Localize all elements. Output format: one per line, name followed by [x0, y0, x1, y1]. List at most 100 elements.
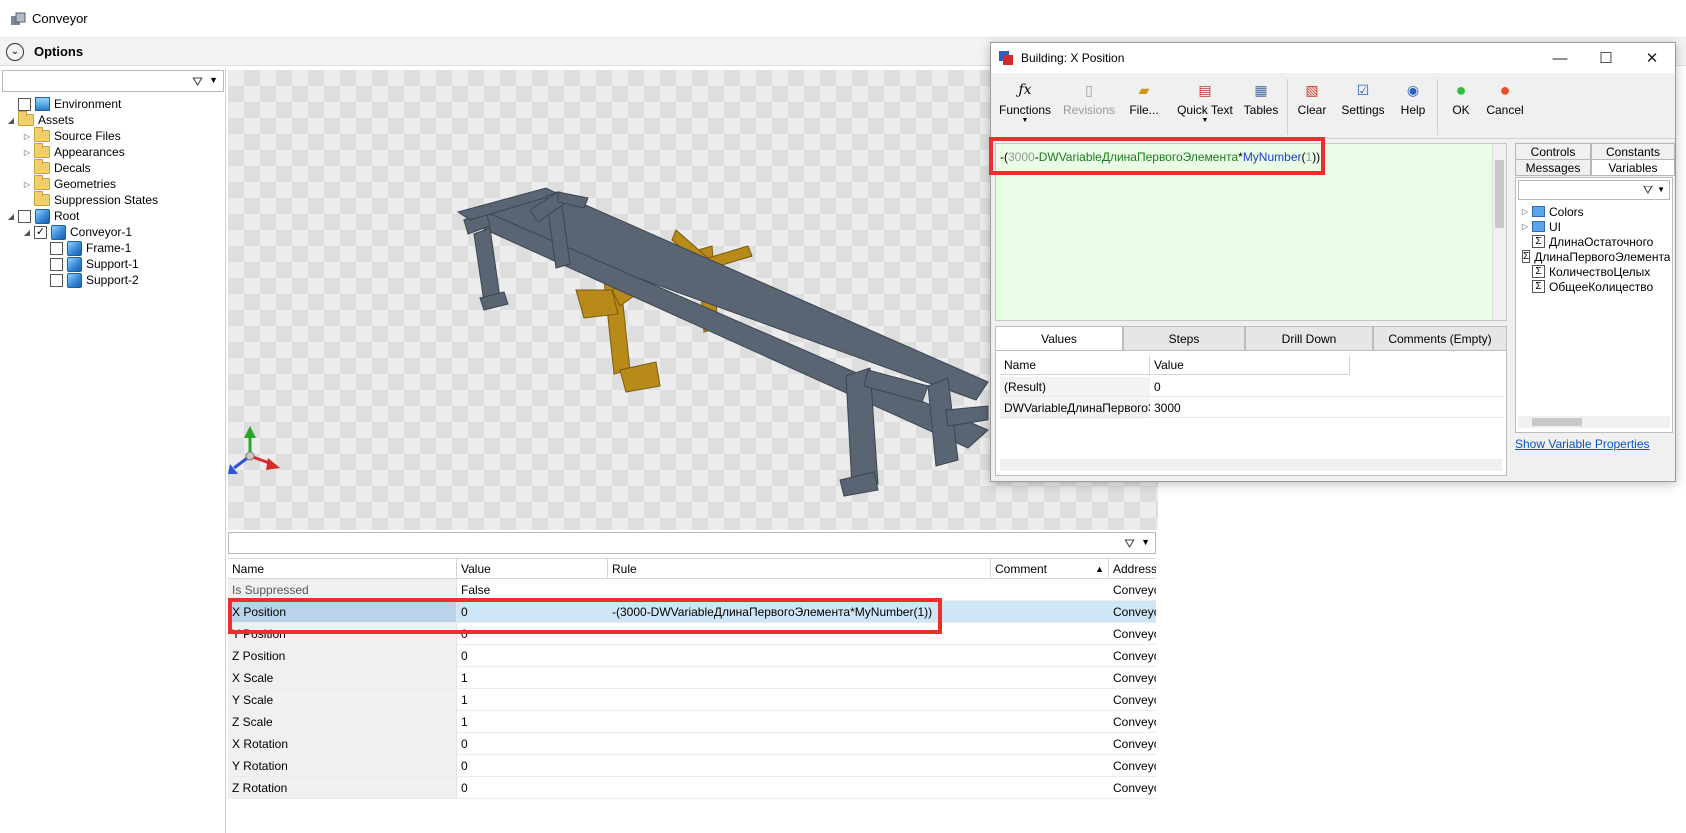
ok-button[interactable]: ● OK [1443, 80, 1479, 135]
tree-item-decals[interactable]: Decals [22, 159, 91, 176]
checkbox[interactable] [50, 257, 63, 271]
show-variable-properties-link[interactable]: Show Variable Properties [1515, 437, 1650, 451]
tab-controls[interactable]: Controls [1515, 143, 1591, 160]
list-item[interactable]: Σ ДлинаПервогоЭлемента [1520, 249, 1670, 264]
chevron-down-icon[interactable]: ▼ [1141, 537, 1150, 547]
sigma-icon: Σ [1522, 250, 1531, 263]
tab-constants[interactable]: Constants [1591, 143, 1675, 160]
table-row[interactable]: Z Rotation 0 Conveyor [228, 777, 1156, 799]
expand-icon[interactable]: ◢ [22, 228, 32, 237]
tree-item-assets[interactable]: ◢ Assets [6, 111, 74, 128]
checkbox[interactable] [18, 97, 31, 111]
tree-item-frame-1[interactable]: Frame-1 [50, 240, 131, 256]
expand-icon[interactable]: ▷ [22, 132, 32, 141]
expand-icon[interactable]: ▷ [22, 148, 32, 157]
checkbox[interactable] [50, 241, 63, 255]
tree-item-root[interactable]: ◢ Root [6, 208, 79, 224]
chevron-down-icon[interactable]: ▼ [1202, 117, 1209, 124]
table-icon: ▦ [1254, 81, 1268, 98]
minimize-icon[interactable]: — [1537, 43, 1583, 73]
tab-drill-down[interactable]: Drill Down [1245, 326, 1373, 350]
tree-filter-input[interactable]: ⛛ ▼ [2, 70, 224, 92]
tree-item-geometries[interactable]: ▷ Geometries [22, 175, 116, 192]
tab-messages[interactable]: Messages [1515, 159, 1591, 176]
expand-icon[interactable]: ▷ [1520, 207, 1530, 216]
part-icon [67, 272, 82, 288]
close-icon[interactable]: ✕ [1629, 43, 1675, 73]
variables-filter-input[interactable]: ⛛ ▼ [1518, 180, 1670, 200]
column-header-comment[interactable]: Comment ▲ [991, 559, 1109, 579]
table-row[interactable]: Y Position 0 Conveyor [228, 623, 1156, 645]
properties-filter-input[interactable]: ⛛ ▼ [228, 532, 1156, 554]
quick-text-icon: ▤ [1198, 81, 1212, 98]
tree-item-suppression-states[interactable]: Suppression States [22, 191, 158, 208]
tree-item-support-1[interactable]: Support-1 [50, 256, 139, 272]
list-item[interactable]: Σ КоличествоЦелых [1520, 264, 1670, 279]
table-row-selected[interactable]: X Position 0 -(3000-DWVariableДлинаПерво… [228, 601, 1156, 623]
list-item[interactable]: ▷ UI [1520, 219, 1670, 234]
table-row[interactable]: Y Rotation 0 Conveyor [228, 755, 1156, 777]
table-row[interactable]: X Rotation 0 Conveyor [228, 733, 1156, 755]
checkbox[interactable] [18, 209, 31, 223]
dialog-app-icon [999, 51, 1013, 65]
vertical-scrollbar[interactable] [1492, 144, 1506, 320]
dialog-title-bar[interactable]: Building: X Position — ☐ ✕ [991, 43, 1675, 73]
horizontal-scrollbar[interactable] [1000, 459, 1502, 471]
column-header-value[interactable]: Value [457, 559, 608, 579]
column-header-name[interactable]: Name [1000, 355, 1150, 375]
rule-expression[interactable]: -(3000-DWVariableДлинаПервогоЭлемента*My… [1000, 150, 1320, 164]
tab-steps[interactable]: Steps [1123, 326, 1245, 350]
checkbox-checked[interactable]: ✓ [34, 225, 47, 239]
tree-item-source-files[interactable]: ▷ Source Files [22, 127, 121, 144]
functions-button[interactable]: ƒx Functions ▼ [997, 81, 1053, 135]
filter-icon[interactable]: ⛛ [1124, 536, 1135, 552]
column-header-address[interactable]: Address [1109, 559, 1156, 579]
table-row[interactable]: Z Position 0 Conveyor [228, 645, 1156, 667]
table-row[interactable]: Y Scale 1 Conveyor [228, 689, 1156, 711]
tab-comments[interactable]: Comments (Empty) [1373, 326, 1507, 350]
file-button[interactable]: ▰ File... [1125, 81, 1163, 135]
tree-item-appearances[interactable]: ▷ Appearances [22, 143, 125, 160]
filter-icon[interactable]: ⛛ [192, 74, 203, 90]
function-fx-icon: ƒx [1018, 82, 1032, 98]
axis-triad-icon[interactable] [228, 426, 280, 474]
sort-ascending-icon: ▲ [1095, 564, 1104, 574]
expand-icon[interactable]: ◢ [6, 116, 16, 125]
tree-item-conveyor-1[interactable]: ◢ ✓ Conveyor-1 [22, 224, 132, 240]
rule-expression-editor[interactable]: -(3000-DWVariableДлинаПервогоЭлемента*My… [995, 143, 1507, 321]
tab-values[interactable]: Values [995, 326, 1123, 351]
sigma-icon: Σ [1532, 280, 1545, 293]
tree-item-label: Conveyor-1 [70, 225, 133, 239]
expand-icon[interactable]: ▷ [22, 180, 32, 189]
list-item[interactable]: ▷ Colors [1520, 204, 1670, 219]
maximize-icon[interactable]: ☐ [1583, 43, 1629, 73]
list-item[interactable]: Σ ОбщееКолицество [1520, 279, 1670, 294]
quick-text-button[interactable]: ▤ Quick Text ▼ [1175, 81, 1235, 135]
clear-button[interactable]: ▧ Clear [1293, 81, 1331, 135]
cancel-button[interactable]: ● Cancel [1483, 80, 1527, 135]
assembly-icon [51, 224, 66, 240]
revisions-button[interactable]: ▯ Revisions [1057, 81, 1121, 135]
expand-icon[interactable]: ◢ [6, 212, 16, 221]
chevron-down-icon[interactable]: ⌄ [6, 42, 24, 61]
table-row[interactable]: Is Suppressed False Conveyor [228, 579, 1156, 601]
column-header-name[interactable]: Name [228, 559, 457, 579]
chevron-down-icon[interactable]: ▼ [1657, 185, 1665, 194]
tables-button[interactable]: ▦ Tables [1241, 81, 1281, 135]
filter-icon[interactable]: ⛛ [1643, 183, 1653, 198]
chevron-down-icon[interactable]: ▼ [1022, 117, 1029, 124]
settings-button[interactable]: ☑ Settings [1337, 81, 1389, 135]
help-button[interactable]: ◉ Help [1395, 81, 1431, 135]
list-item[interactable]: Σ ДлинаОстаточного [1520, 234, 1670, 249]
tree-item-environment[interactable]: Environment [6, 96, 121, 112]
tree-item-support-2[interactable]: Support-2 [50, 272, 139, 288]
column-header-rule[interactable]: Rule [608, 559, 991, 579]
table-row[interactable]: Z Scale 1 Conveyor [228, 711, 1156, 733]
column-header-value[interactable]: Value [1150, 355, 1350, 375]
chevron-down-icon[interactable]: ▼ [209, 75, 218, 85]
table-row[interactable]: X Scale 1 Conveyor [228, 667, 1156, 689]
horizontal-scrollbar[interactable] [1518, 416, 1670, 428]
tab-variables[interactable]: Variables [1591, 159, 1675, 176]
expand-icon[interactable]: ▷ [1520, 222, 1530, 231]
checkbox[interactable] [50, 273, 63, 287]
